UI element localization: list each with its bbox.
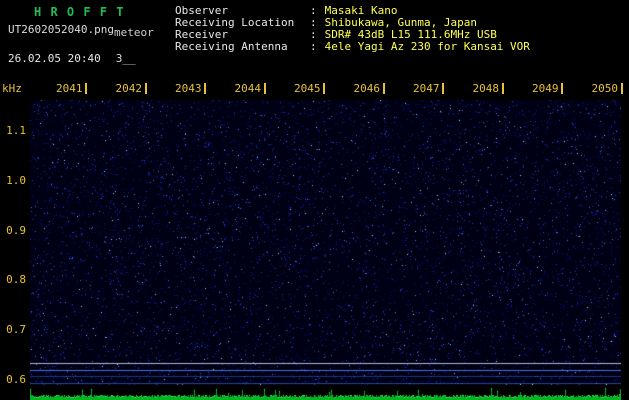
time-tick-label: 2041 (56, 82, 83, 95)
freq-tick-label: 0.7 (6, 323, 26, 336)
time-tick-label: 2049 (532, 82, 559, 95)
info-value: 4ele Yagi Az 230 for Kansai VOR (324, 40, 530, 53)
signal-level-meter-canvas (30, 385, 621, 400)
time-tick-mark (85, 83, 87, 94)
freq-tick-label: 0.6 (6, 373, 26, 386)
time-tick-mark (442, 83, 444, 94)
info-label: Receiving Antenna (175, 40, 288, 53)
freq-tick-label: 0.8 (6, 273, 26, 286)
observation-datetime: 26.02.05 20:40 (8, 52, 101, 65)
time-tick-mark (620, 83, 623, 94)
time-tick-label: 2045 (294, 82, 321, 95)
freq-tick-label: 1.1 (6, 124, 26, 137)
freq-tick-label: 0.9 (6, 224, 26, 237)
time-tick-label: 2048 (472, 82, 500, 95)
station-info-block: Observer: Masaki Kano Receiving Location: S… (175, 5, 530, 53)
time-tick-label: 2050 (591, 82, 619, 95)
time-tick-mark (323, 83, 325, 94)
time-tick-mark (263, 83, 266, 94)
output-filename: UT2602052040.png (8, 23, 114, 36)
freq-tick-label: 1.0 (6, 174, 26, 187)
hrofft-output-window: H R O F F T UT2602052040.pngmeteor 26.02… (0, 0, 629, 400)
echo-counter: 3__ (115, 52, 136, 65)
time-tick-mark (382, 83, 385, 94)
app-title: H R O F F T (34, 5, 125, 19)
info-colon: : (310, 40, 317, 53)
time-tick-mark (561, 83, 563, 94)
time-tick-mark (204, 83, 206, 94)
spectrogram-canvas (30, 100, 621, 385)
time-tick-label: 2046 (353, 82, 381, 95)
time-tick-mark (501, 83, 504, 94)
time-tick-mark (144, 83, 147, 94)
time-tick-label: 2043 (175, 82, 202, 95)
output-filename-row: UT2602052040.pngmeteor (8, 23, 154, 39)
time-tick-label: 2042 (115, 82, 143, 95)
observation-mode-label: meteor (113, 26, 154, 39)
time-axis: 2041 2042 2043 2044 2045 2046 2047 2048 2049 2050 (0, 82, 629, 96)
time-tick-label: 2047 (413, 82, 440, 95)
time-tick-label: 2044 (234, 82, 262, 95)
station-info-row: Receiving Antenna:4ele Yagi Az 230 for K… (175, 41, 530, 53)
observation-datetime-row: 26.02.05 20:40 3__ (8, 52, 136, 65)
